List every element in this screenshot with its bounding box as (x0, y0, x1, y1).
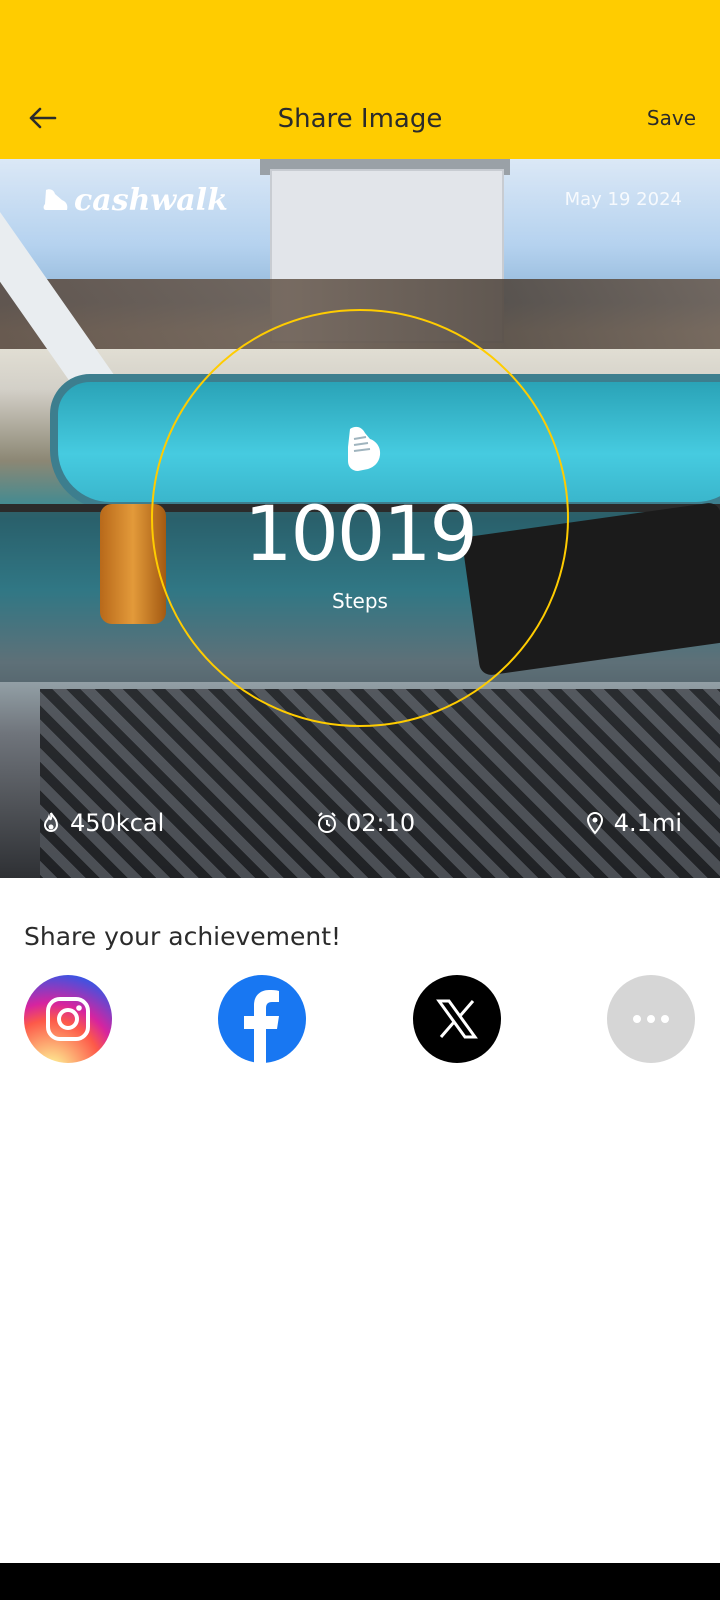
facebook-icon (244, 990, 279, 1063)
share-image-preview: cashwalk May 19 2024 10019 Steps 450kcal… (0, 159, 720, 878)
page-title: Share Image (277, 104, 443, 134)
system-navigation-bar (0, 1563, 720, 1600)
location-pin-icon (582, 810, 608, 836)
instagram-share-button[interactable] (24, 975, 112, 1063)
x-share-button[interactable] (413, 975, 501, 1063)
activity-date: May 19 2024 (564, 189, 682, 210)
share-section-title: Share your achievement! (24, 922, 342, 951)
top-app-bar: Share Image Save (0, 0, 720, 159)
calories-stat: 450kcal (38, 809, 164, 837)
more-share-button[interactable] (607, 975, 695, 1063)
distance-value: 4.1mi (613, 809, 682, 837)
steps-label: Steps (332, 589, 388, 613)
facebook-share-button[interactable] (218, 975, 306, 1063)
duration-value: 02:10 (346, 809, 416, 837)
steps-count: 10019 (244, 489, 478, 578)
instagram-icon (46, 997, 90, 1041)
x-icon (436, 999, 478, 1039)
cashwalk-logo: cashwalk (40, 183, 228, 218)
save-button[interactable]: Save (647, 106, 696, 130)
flame-icon (38, 810, 64, 836)
calories-value: 450kcal (70, 809, 165, 837)
duration-stat: 02:10 (314, 809, 415, 837)
more-icon (633, 1015, 669, 1023)
brand-name: cashwalk (74, 183, 228, 218)
distance-stat: 4.1mi (582, 809, 682, 837)
shoe-logo-icon (43, 188, 68, 210)
sneaker-icon (348, 426, 381, 471)
alarm-clock-icon (314, 810, 340, 836)
